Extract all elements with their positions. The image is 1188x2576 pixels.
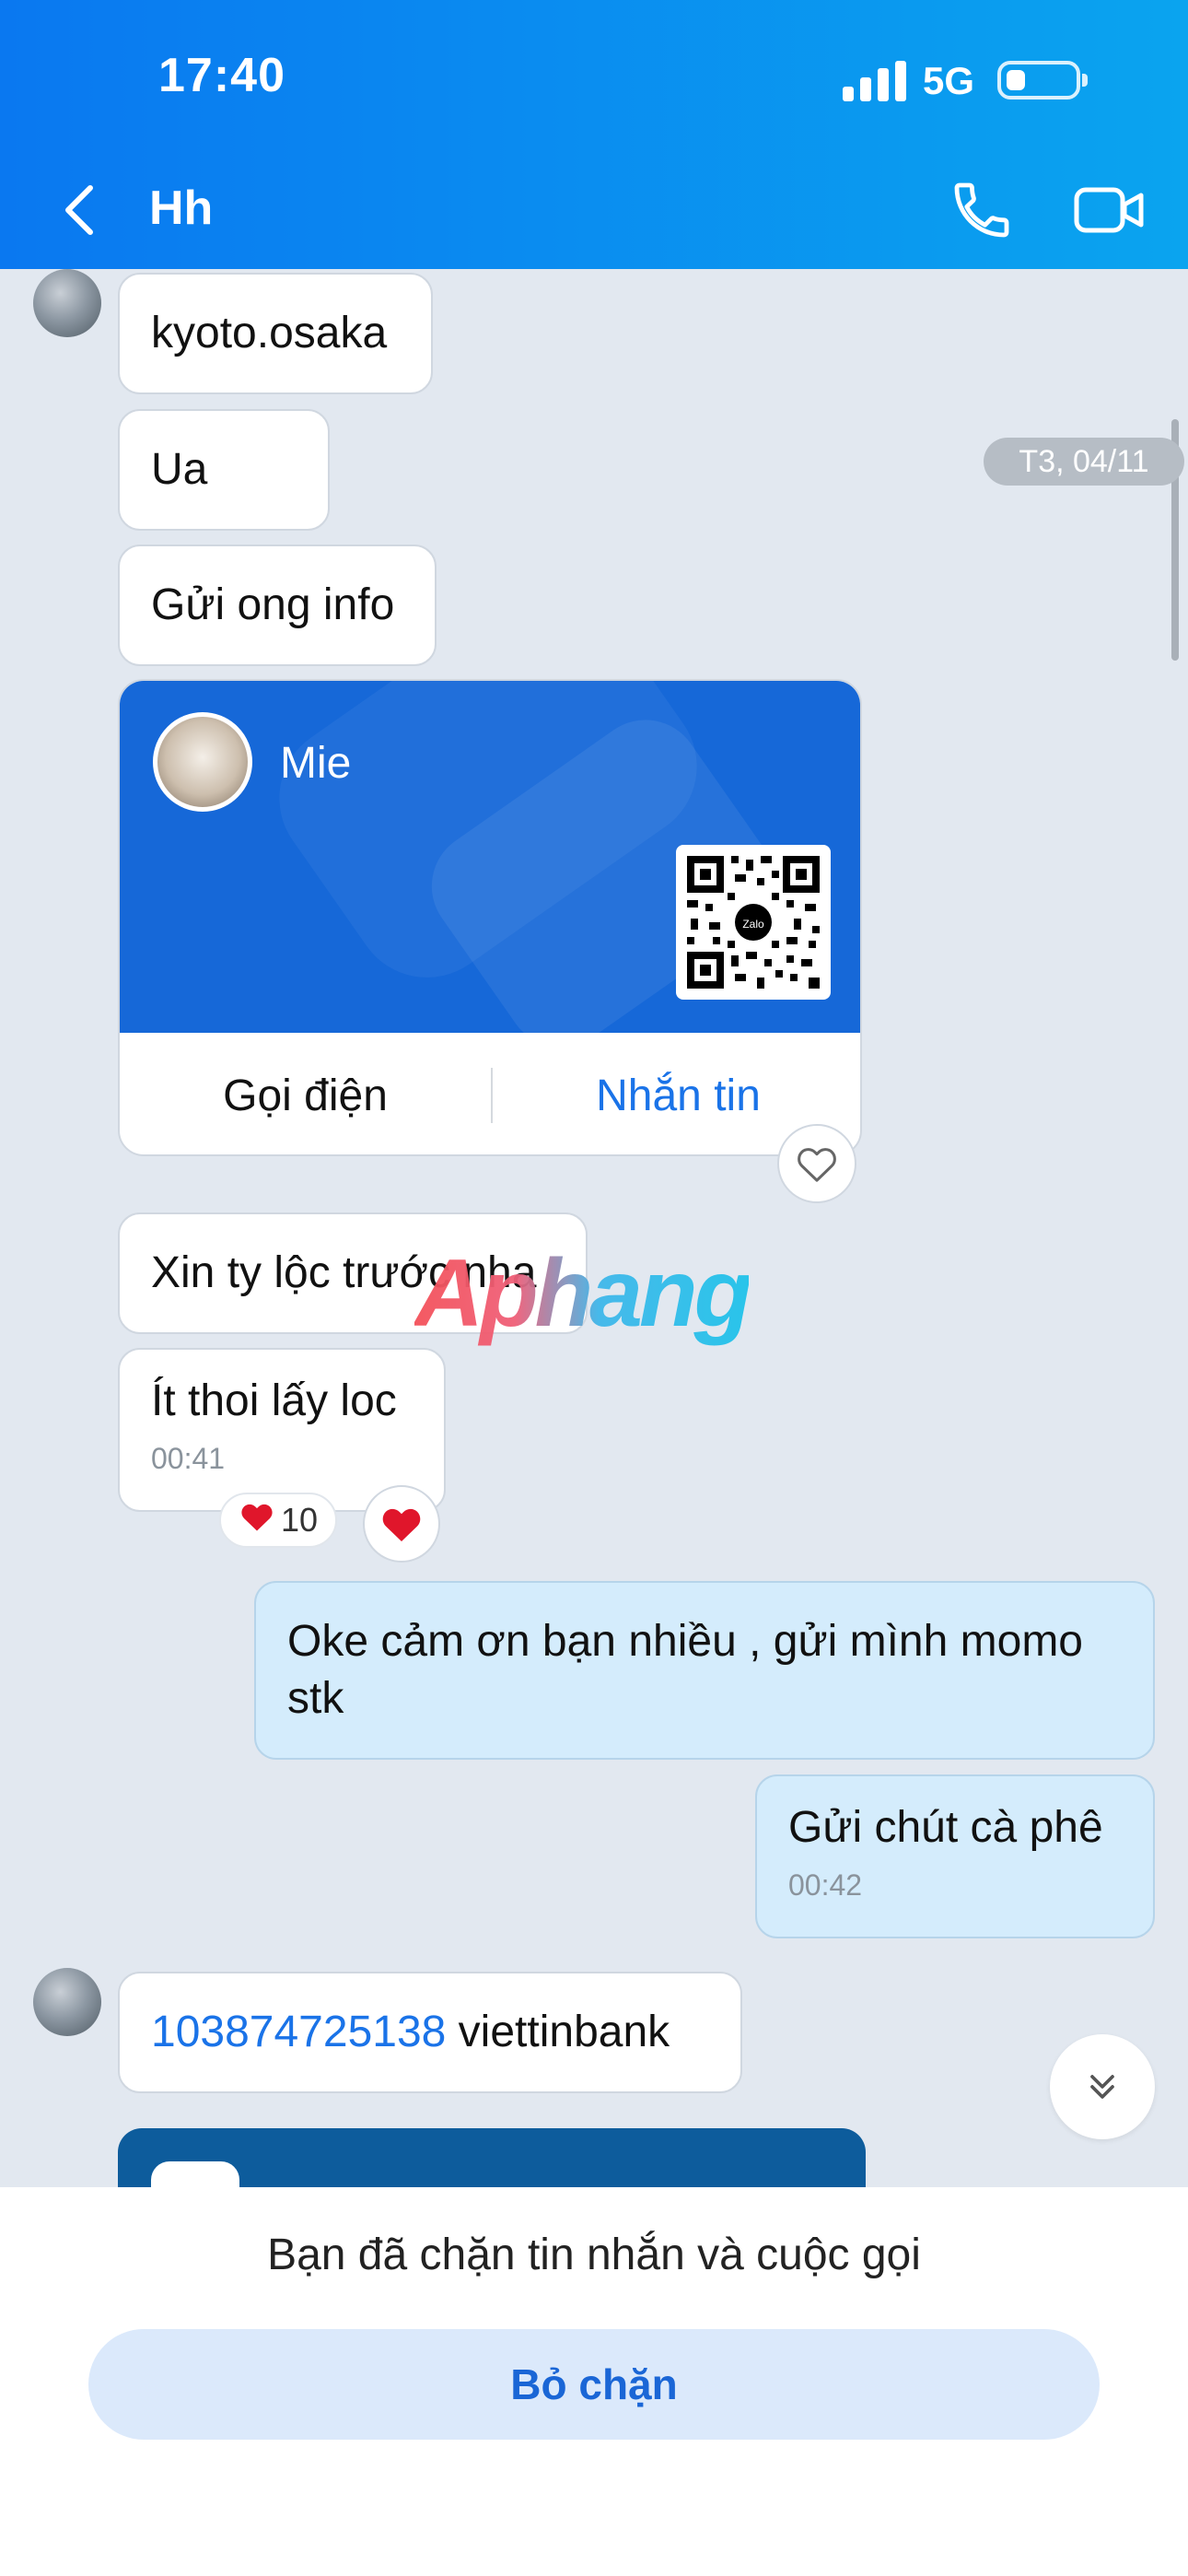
message-time: 00:42	[788, 1868, 863, 1902]
message-text: Gửi ong info	[151, 580, 395, 629]
unblock-button[interactable]: Bỏ chặn	[88, 2329, 1100, 2440]
chevron-double-down-icon[interactable]	[1050, 2034, 1155, 2139]
account-number-link[interactable]: 103874725138	[151, 2004, 446, 2061]
heart-icon	[239, 1500, 275, 1541]
signal-icon	[843, 61, 907, 101]
watermark: Aphang	[414, 1240, 752, 1347]
contact-card-header: Mie Zalo	[120, 681, 860, 1033]
message-bubble[interactable]: Gửi chút cà phê 00:42	[755, 1774, 1155, 1938]
message-bubble[interactable]: kyoto.osaka	[118, 273, 433, 394]
reaction-summary[interactable]: 10	[219, 1493, 337, 1548]
status-time: 17:40	[158, 49, 285, 102]
message-bubble[interactable]: Ua	[118, 409, 330, 531]
battery-icon	[997, 61, 1088, 100]
message-bubble[interactable]: Gửi ong info	[118, 544, 437, 666]
contact-card[interactable]: Mie Zalo Gọi điện Nhắn tin	[118, 679, 862, 1156]
blocked-notice: Bạn đã chặn tin nhắn và cuộc gọi	[267, 2231, 921, 2279]
back-icon[interactable]	[57, 181, 105, 240]
qr-code-icon[interactable]: Zalo	[676, 845, 831, 1000]
message-text: viettinbank	[446, 2008, 670, 2056]
reaction-count: 10	[280, 1501, 319, 1539]
heart-icon[interactable]	[777, 1124, 856, 1203]
message-time: 00:41	[151, 1442, 226, 1475]
svg-text:Zalo: Zalo	[742, 918, 764, 931]
video-call-icon[interactable]	[1073, 181, 1147, 240]
message-bubble[interactable]: 103874725138 viettinbank	[118, 1972, 742, 2093]
message-text: Gửi chút cà phê	[788, 1803, 1103, 1852]
home-indicator[interactable]	[465, 2541, 723, 2552]
phone-icon[interactable]	[949, 177, 1015, 243]
chat-title[interactable]: Hh	[149, 181, 213, 236]
contact-card-actions: Gọi điện Nhắn tin	[120, 1033, 860, 1154]
call-button[interactable]: Gọi điện	[120, 1033, 491, 1154]
message-text: Ít thoi lấy loc	[151, 1376, 397, 1425]
header-bar: 17:40 5G Hh	[0, 0, 1188, 269]
message-text: Ua	[151, 445, 208, 494]
date-separator: T3, 04/11	[984, 438, 1184, 486]
message-text: Oke cảm ơn bạn nhiều , gửi mình momo stk	[287, 1617, 1083, 1723]
message-bubble[interactable]: Oke cảm ơn bạn nhiều , gửi mình momo stk	[254, 1581, 1155, 1760]
heart-icon[interactable]	[363, 1485, 440, 1563]
contact-name: Mie	[280, 739, 352, 788]
network-type: 5G	[923, 59, 975, 102]
avatar[interactable]	[33, 1968, 101, 2036]
avatar[interactable]	[33, 269, 101, 337]
contact-avatar	[153, 712, 252, 812]
message-text: kyoto.osaka	[151, 309, 388, 357]
